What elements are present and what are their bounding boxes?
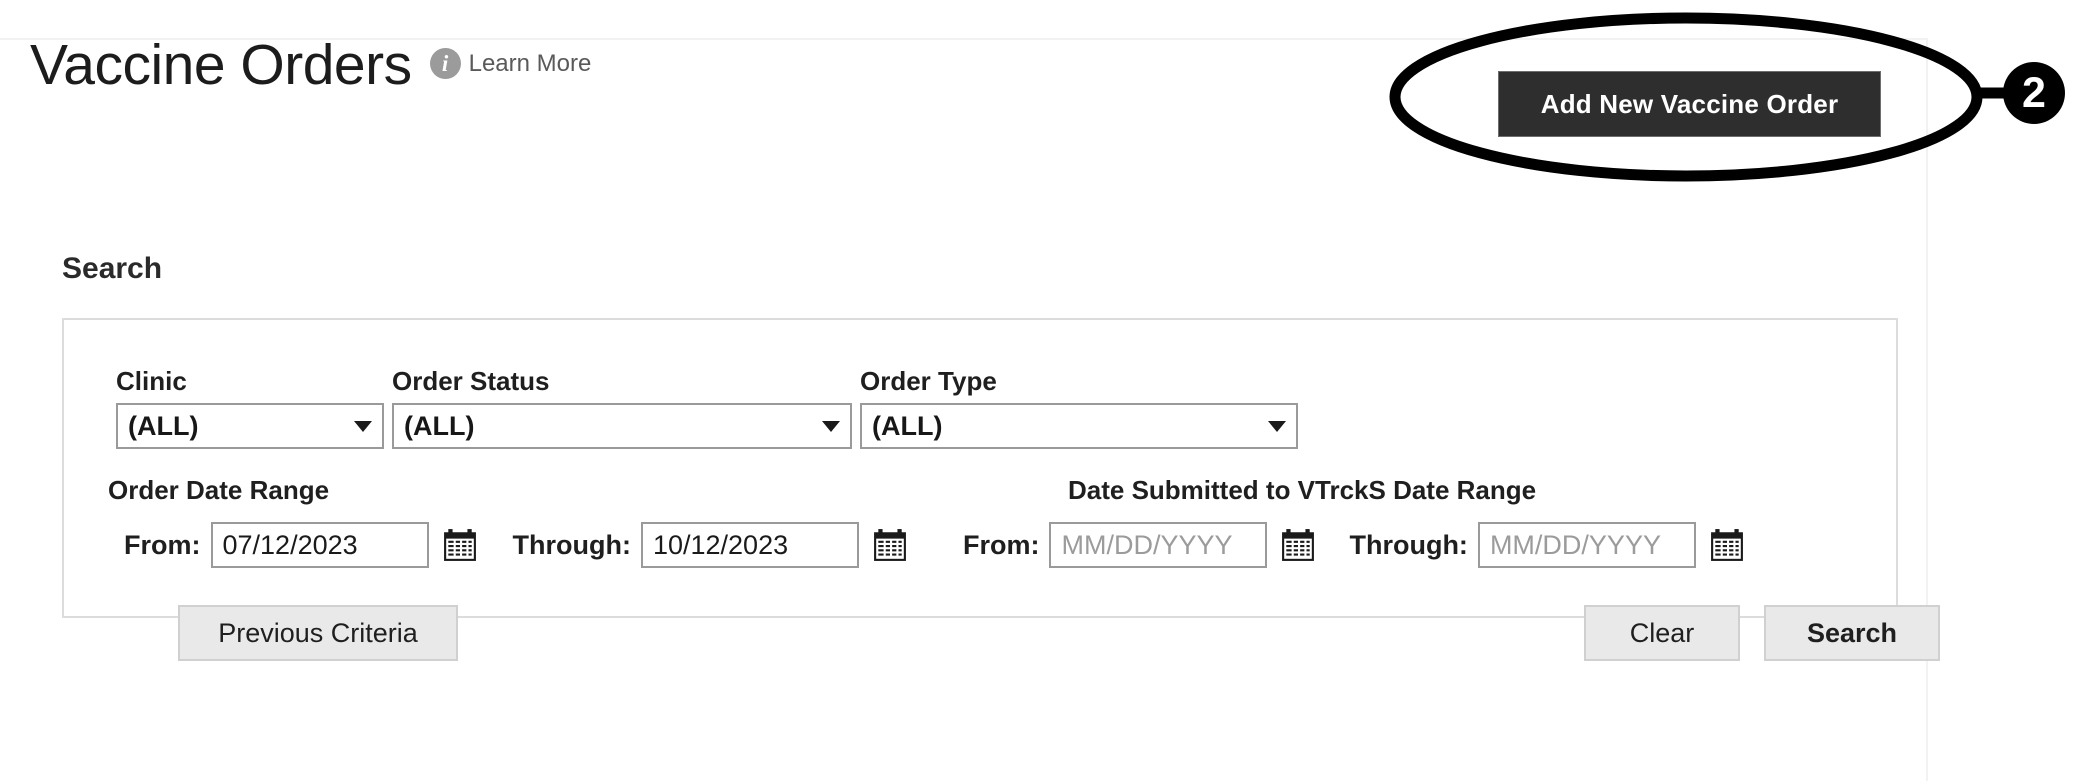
- calendar-icon[interactable]: [873, 528, 907, 562]
- clinic-select-value: (ALL): [128, 410, 199, 441]
- previous-criteria-button[interactable]: Previous Criteria: [178, 605, 458, 661]
- calendar-icon[interactable]: [1281, 528, 1315, 562]
- chevron-down-icon: [1268, 420, 1286, 432]
- clinic-label: Clinic: [116, 366, 187, 396]
- order-status-filter-group: Order Status (ALL): [392, 366, 852, 449]
- vtrcks-date-range-label: Date Submitted to VTrckS Date Range: [1068, 475, 1537, 505]
- vtrcks-date-through-caption: Through:: [1349, 529, 1468, 560]
- order-date-through-group: Through:: [513, 522, 907, 568]
- date-range-inputs-row: From: Through:: [64, 520, 1896, 570]
- order-type-filter-group: Order Type (ALL): [860, 366, 1298, 449]
- clear-button[interactable]: Clear: [1584, 605, 1740, 661]
- annotation-badge-circle: [2003, 62, 2065, 124]
- vtrcks-date-from-caption: From:: [962, 529, 1040, 560]
- order-type-select[interactable]: (ALL): [860, 403, 1298, 449]
- order-date-from-group: From:: [124, 522, 477, 568]
- calendar-icon[interactable]: [1710, 528, 1744, 562]
- search-panel: Clinic (ALL) Order Status (ALL) Order Ty…: [62, 318, 1940, 661]
- page-root: Vaccine Orders i Learn More Add New Vacc…: [0, 0, 2080, 781]
- info-icon[interactable]: i: [429, 47, 461, 79]
- order-date-from-caption: From:: [124, 529, 201, 560]
- page-header: Vaccine Orders i Learn More: [30, 20, 591, 110]
- page-title: Vaccine Orders: [30, 32, 412, 97]
- order-status-select[interactable]: (ALL): [392, 403, 852, 449]
- order-date-range-label: Order Date Range: [108, 475, 330, 505]
- order-status-select-value: (ALL): [404, 410, 475, 441]
- chevron-down-icon: [822, 420, 840, 432]
- search-heading: Search: [62, 252, 163, 285]
- learn-more-label[interactable]: Learn More: [469, 48, 592, 79]
- order-status-label: Order Status: [392, 366, 550, 396]
- clinic-select[interactable]: (ALL): [116, 403, 384, 449]
- order-date-through-input[interactable]: [640, 522, 859, 568]
- clinic-filter-group: Clinic (ALL): [116, 366, 384, 449]
- date-range-labels: Order Date Range Date Submitted to VTrck…: [64, 475, 1896, 509]
- order-type-label: Order Type: [860, 366, 997, 396]
- vtrcks-date-from-group: From:: [963, 522, 1316, 568]
- order-type-select-value: (ALL): [872, 410, 943, 441]
- annotation-badge-number: 2: [2022, 69, 2046, 117]
- vtrcks-date-through-input[interactable]: [1477, 522, 1696, 568]
- search-button[interactable]: Search: [1764, 605, 1940, 661]
- add-new-vaccine-order-button[interactable]: Add New Vaccine Order: [1498, 71, 1881, 137]
- chevron-down-icon: [354, 420, 372, 432]
- order-date-from-input[interactable]: [210, 522, 429, 568]
- vtrcks-date-through-group: Through:: [1349, 522, 1743, 568]
- filter-row: Clinic (ALL) Order Status (ALL) Order Ty…: [116, 366, 1298, 449]
- order-date-through-caption: Through:: [512, 529, 631, 560]
- learn-more-link[interactable]: i Learn More: [429, 47, 592, 83]
- calendar-icon[interactable]: [443, 528, 477, 562]
- vtrcks-date-from-input[interactable]: [1049, 522, 1268, 568]
